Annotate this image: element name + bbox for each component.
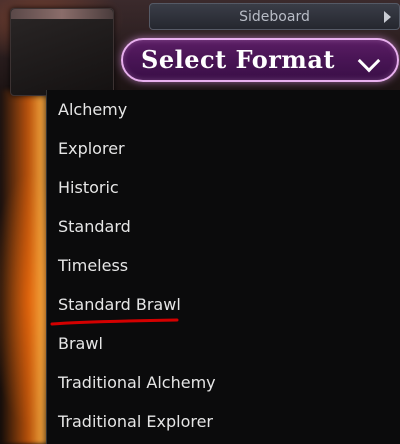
format-option-explorer[interactable]: Explorer bbox=[58, 134, 388, 164]
select-format-label: Select Format bbox=[141, 45, 335, 74]
card-preview[interactable] bbox=[10, 8, 114, 96]
format-options-list[interactable]: Alchemy Explorer Historic Standard Timel… bbox=[46, 90, 400, 444]
sideboard-tab[interactable]: Sideboard bbox=[149, 3, 400, 30]
select-format-dropdown[interactable]: Select Format bbox=[121, 38, 399, 82]
format-option-historic[interactable]: Historic bbox=[58, 173, 388, 203]
format-option-standard-brawl[interactable]: Standard Brawl bbox=[58, 290, 388, 320]
chevron-down-icon[interactable] bbox=[357, 49, 381, 73]
card-preview-strip bbox=[11, 9, 113, 19]
sideboard-label: Sideboard bbox=[239, 8, 310, 25]
format-option-traditional-explorer[interactable]: Traditional Explorer bbox=[58, 407, 388, 437]
format-option-brawl[interactable]: Brawl bbox=[58, 329, 388, 359]
arrow-right-icon bbox=[384, 11, 391, 23]
format-option-standard[interactable]: Standard bbox=[58, 212, 388, 242]
format-option-alchemy[interactable]: Alchemy bbox=[58, 95, 388, 125]
fire-glow bbox=[0, 90, 52, 444]
format-option-timeless[interactable]: Timeless bbox=[58, 251, 388, 281]
format-option-traditional-alchemy[interactable]: Traditional Alchemy bbox=[58, 368, 388, 398]
red-underline-annotation bbox=[50, 318, 179, 326]
